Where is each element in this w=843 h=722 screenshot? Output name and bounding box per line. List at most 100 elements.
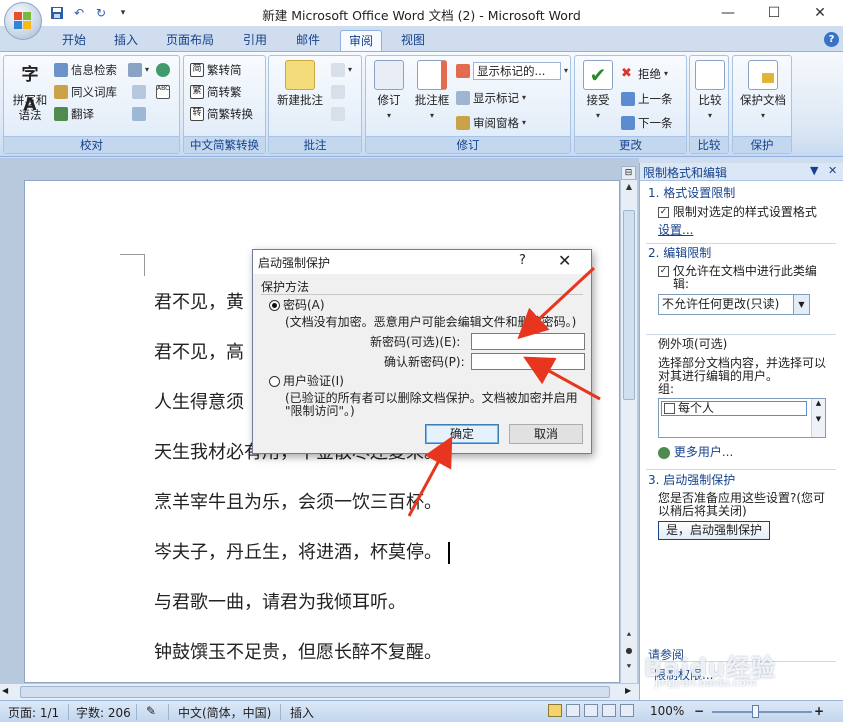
minimize-button[interactable]: — [705,0,751,26]
insert-mode[interactable]: 插入 [290,704,314,721]
tab-review[interactable]: 审阅 [340,30,383,52]
english-assist-button[interactable] [132,82,146,102]
next-comment-button[interactable] [331,104,345,124]
zoom-level[interactable]: 100% [650,704,684,718]
thesaurus-button[interactable]: 同义词库 [54,82,117,102]
traditional-to-simplified-button[interactable]: 简 繁转简 [190,60,242,80]
pane-close-icon[interactable]: ✕ [828,164,837,177]
doc-line-6[interactable]: 岑夫子，丹丘生，将进酒，杯莫停。 [154,538,450,564]
browse-object-icon[interactable]: ● [621,644,637,658]
previous-page-icon[interactable]: ⯅ [621,628,637,642]
next-change-icon [621,116,635,130]
divider [280,704,281,720]
new-comment-button[interactable]: 新建批注 [272,60,328,108]
divider [68,704,69,720]
protection-method-label: 保护方法 [261,280,310,294]
help-icon[interactable]: ? [824,32,839,47]
show-markup-button[interactable]: 显示标记 ▾ [456,88,526,108]
translate-tip-button[interactable]: ▾ [128,60,149,80]
exceptions-desc-1: 选择部分文档内容，并选择可以 [658,356,827,370]
protect-document-button[interactable]: 保护文档 ▾ [736,60,790,123]
tab-insert[interactable]: 插入 [106,30,146,52]
allow-editing-checkbox[interactable]: ✓ 仅允许在文档中进行此类编 [658,264,817,278]
start-enforcing-button[interactable]: 是，启动强制保护 [658,521,770,540]
formatting-settings-link[interactable]: 设置... [658,223,693,237]
scroll-left-icon[interactable]: ◀ [2,686,8,695]
research-button[interactable]: 信息检索 [54,60,117,80]
maximize-button[interactable]: ☐ [751,0,797,26]
vertical-scrollbar[interactable]: ▲ ⯅ ● ⯆ [620,180,637,683]
zoom-slider-thumb[interactable] [752,705,759,718]
scroll-thumb[interactable] [623,210,635,400]
password-radio[interactable]: 密码(A) [269,298,325,312]
reject-button[interactable]: ✖ 拒绝 ▾ [621,64,668,84]
doc-line-7[interactable]: 与君歌一曲，请君为我倾耳听。 [154,588,406,614]
everyone-checkbox[interactable]: 每个人 [661,401,807,416]
confirm-password-label: 确认新密码(P): [384,355,465,369]
ok-button[interactable]: 确定 [425,424,499,444]
doc-line-8[interactable]: 钟鼓馔玉不足贵，但愿长醉不复醒。 [154,638,442,664]
close-button[interactable]: ✕ [797,0,843,26]
tab-view[interactable]: 视图 [393,30,433,52]
next-change-button[interactable]: 下一条 [621,113,673,133]
tab-mailings[interactable]: 邮件 [288,30,328,52]
dialog-title: 启动强制保护 [258,256,331,270]
compare-button[interactable]: 比较 ▾ [693,60,727,123]
user-auth-desc-2: "限制访问"。) [285,404,355,418]
page-count[interactable]: 页面: 1/1 [8,704,59,721]
outline-icon[interactable] [602,704,616,717]
next-page-icon[interactable]: ⯆ [621,660,637,674]
web-layout-icon[interactable] [584,704,598,717]
horizontal-scrollbar[interactable]: ◀ ▶ [0,683,639,700]
research-icon [54,63,68,77]
limit-formatting-checkbox[interactable]: ✓ 限制对选定的样式设置格式 [658,205,817,219]
simplified-to-traditional-button[interactable]: 繁 简转繁 [190,82,242,102]
previous-change-button[interactable]: 上一条 [621,89,673,109]
track-changes-button[interactable]: 修订 ▾ [369,60,409,123]
language-status[interactable]: 中文(简体，中国) [178,704,271,721]
reviewing-pane-button[interactable]: 审阅窗格 ▾ [456,113,526,133]
doc-line-3[interactable]: 人生得意须 [154,388,244,414]
chinese-dictionary-button[interactable] [132,104,146,124]
confirm-password-input[interactable] [471,353,585,370]
more-users-link[interactable]: 更多用户... [658,445,733,459]
delete-comment-button[interactable]: ▾ [331,60,352,80]
draft-icon[interactable] [620,704,634,717]
dialog-help-button[interactable]: ? [519,253,526,268]
hscroll-thumb[interactable] [20,686,610,698]
view-ruler-icon[interactable]: ⊟ [621,166,636,180]
zoom-slider[interactable] [712,711,812,713]
set-language-button[interactable] [156,60,170,80]
cancel-button[interactable]: 取消 [509,424,583,444]
scroll-right-icon[interactable]: ▶ [625,686,631,695]
doc-line-2[interactable]: 君不见，高 [154,338,244,364]
zoom-in-button[interactable]: + [814,704,824,718]
dialog-close-button[interactable]: ✕ [558,251,571,270]
word-count-button[interactable]: ABC [156,82,170,102]
tab-home[interactable]: 开始 [54,30,94,52]
new-password-input[interactable] [471,333,585,350]
doc-line-1[interactable]: 君不见，黄 [154,288,244,314]
display-for-review-dropdown[interactable]: 显示标记的... ▾ [456,61,568,81]
listbox-scrollbar[interactable]: ▲ ▼ [811,399,825,437]
previous-comment-button[interactable] [331,82,345,102]
zoom-out-button[interactable]: − [694,704,704,718]
print-layout-icon[interactable] [548,704,562,717]
proofing-status-icon[interactable]: ✎ [146,704,156,718]
editing-type-select[interactable]: 不允许任何更改(只读) ▼ [658,294,810,315]
word-count[interactable]: 字数: 206 [76,704,131,721]
translate-button[interactable]: 翻译 [54,104,94,124]
pane-options-icon[interactable]: ▼ [810,164,818,177]
doc-line-5[interactable]: 烹羊宰牛且为乐，会须一饮三百杯。 [154,488,442,514]
user-authentication-radio[interactable]: 用户验证(I) [269,374,344,388]
scroll-up-icon[interactable]: ▲ [621,180,637,194]
tab-page-layout[interactable]: 页面布局 [158,30,222,52]
chinese-conversion-button[interactable]: 转 简繁转换 [190,104,253,124]
groups-listbox[interactable]: 每个人 ▲ ▼ [658,398,826,438]
spelling-grammar-button[interactable]: 字A 拼写和 语法 [8,60,52,123]
accept-button[interactable]: ✔ 接受 ▾ [578,60,618,123]
office-button[interactable] [4,2,42,40]
balloons-button[interactable]: 批注框 ▾ [410,60,454,123]
tab-references[interactable]: 引用 [235,30,275,52]
full-screen-reading-icon[interactable] [566,704,580,717]
